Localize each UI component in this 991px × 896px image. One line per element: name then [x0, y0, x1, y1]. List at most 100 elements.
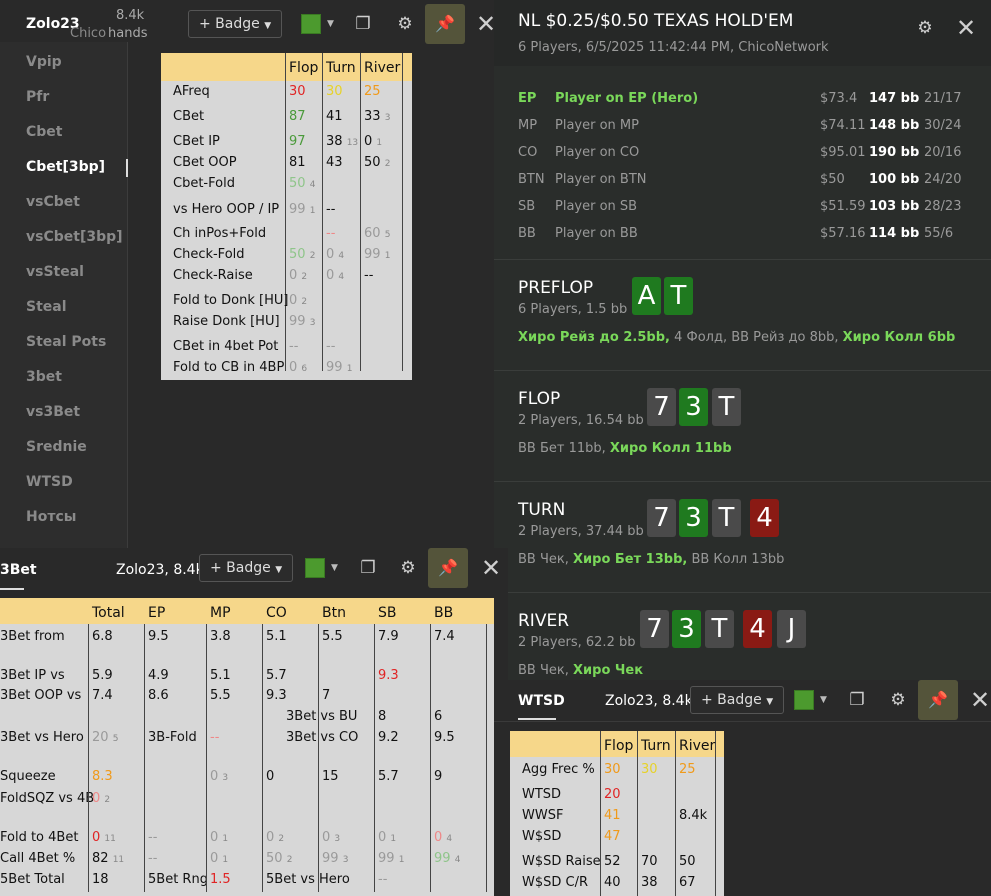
col-header-sb: SB [378, 605, 397, 621]
sidebar-item-cbet[interactable]: Cbet [26, 124, 62, 140]
copy-icon[interactable]: ❐ [846, 690, 868, 710]
stat-cell: 40 [604, 875, 621, 890]
sidebar-item-vssteal[interactable]: vsSteal [26, 264, 84, 280]
sidebar-item-vscbet3bp[interactable]: vsCbet[3bp] [26, 229, 123, 245]
sample-size: 6 [301, 364, 308, 374]
caret-down-icon: ▼ [275, 565, 283, 575]
column-divider [88, 624, 89, 892]
stat-cell: -- [289, 339, 298, 354]
player-row-name: Player on MP [555, 118, 639, 133]
sidebar-item-wtsd[interactable]: WTSD [26, 474, 73, 490]
player-bb: 190 bb [869, 145, 920, 160]
sidebar-item-srednie[interactable]: Srednie [26, 439, 87, 455]
stat-cell: 7.4 [434, 629, 455, 644]
stat-cell: 60 5 [364, 226, 390, 241]
villain-action: BB Колл 13bb [687, 552, 785, 567]
badge-button[interactable]: + Badge ▼ [188, 10, 283, 38]
column-divider [675, 731, 676, 896]
player-stat: 24/20 [924, 172, 962, 187]
player-stack: $51.59 [820, 199, 866, 214]
color-swatch[interactable] [301, 14, 321, 34]
close-icon[interactable]: ✕ [970, 688, 990, 712]
sidebar-item-vscbet[interactable]: vsCbet [26, 194, 80, 210]
pin-icon[interactable]: 📌 [425, 4, 465, 44]
3bet-stats-table: Total EP MP CO Btn SB BB 3Bet from 6.8 9… [0, 598, 494, 896]
sidebar-item-vs3bet[interactable]: vs3Bet [26, 404, 80, 420]
player-bb: 100 bb [869, 172, 920, 187]
row-label: CBet IP [173, 134, 220, 149]
stat-cell: 15 [322, 769, 339, 784]
active-indicator [126, 159, 128, 177]
player-row-name: Player on SB [555, 199, 638, 214]
gear-icon[interactable]: ⚙ [397, 558, 419, 578]
tab-wtsd[interactable]: WTSD [518, 693, 565, 709]
column-divider [262, 624, 263, 892]
tab-3bet[interactable]: 3Bet [0, 562, 37, 578]
stat-cell: -- [326, 202, 335, 217]
row-label: WTSD [522, 787, 562, 802]
pin-icon[interactable]: 📌 [428, 548, 468, 588]
sample-size: 13 [346, 138, 359, 148]
sidebar-item-pfr[interactable]: Pfr [26, 89, 49, 105]
caret-down-icon[interactable]: ▼ [331, 563, 338, 573]
stat-cell: 7 [322, 688, 331, 703]
sidebar-item-3bet[interactable]: 3bet [26, 369, 62, 385]
street-name: TURN [518, 500, 566, 520]
villain-action: BB Чек, [518, 552, 573, 567]
sidebar-item-notes[interactable]: Нотсы [26, 509, 76, 525]
stat-cell: 52 [604, 854, 621, 869]
stat-cell: 9.3 [378, 668, 399, 683]
stat-value: 25 [364, 84, 381, 99]
gear-icon[interactable]: ⚙ [914, 18, 936, 38]
player-stack: $74.11 [820, 118, 866, 133]
sidebar-item-cbet3bp[interactable]: Cbet[3bp] [26, 159, 105, 175]
street-info: 2 Players, 37.44 bb [518, 524, 644, 539]
stat-cell: 43 [326, 155, 343, 170]
color-swatch[interactable] [305, 558, 325, 578]
hero-row-pos: EP [518, 91, 537, 106]
site-name: Chico [70, 26, 107, 41]
card: T [712, 388, 741, 426]
gear-icon[interactable]: ⚙ [394, 14, 416, 34]
close-icon[interactable]: ✕ [956, 16, 976, 40]
divider [494, 370, 991, 371]
stat-value: 41 [326, 109, 343, 124]
player-bb: 103 bb [869, 199, 920, 214]
row-label: 5Bet Rng [148, 872, 208, 887]
stat-cell: 99 1 [378, 851, 405, 866]
copy-icon[interactable]: ❐ [352, 14, 374, 34]
caret-down-icon[interactable]: ▼ [820, 695, 827, 705]
sidebar-item-steal[interactable]: Steal [26, 299, 67, 315]
stat-cell: 99 1 [289, 202, 315, 217]
player-row-pos: BTN [518, 172, 545, 187]
copy-icon[interactable]: ❐ [357, 558, 379, 578]
stat-cell: 47 [604, 829, 621, 844]
badge-button[interactable]: + Badge ▼ [199, 554, 294, 582]
stat-cell: 5.5 [322, 629, 343, 644]
sidebar-item-steal-pots[interactable]: Steal Pots [26, 334, 106, 350]
stat-value: -- [326, 202, 336, 217]
card: 3 [679, 388, 708, 426]
row-label: W$SD [522, 829, 562, 844]
col-header-bb: BB [434, 605, 454, 621]
hud-panel-wtsd: WTSD Zolo23, 8.4k + Badge ▼ ▼ ❐ ⚙ 📌 ✕ Fl… [494, 680, 991, 896]
badge-button[interactable]: + Badge ▼ [690, 686, 785, 714]
gear-icon[interactable]: ⚙ [887, 690, 909, 710]
stat-cell: 6 [434, 709, 443, 724]
caret-down-icon[interactable]: ▼ [327, 19, 334, 29]
hero-action: Хиро Колл 11bb [609, 441, 732, 456]
row-label: AFreq [173, 84, 210, 99]
row-label: 3Bet IP vs [0, 668, 65, 683]
col-header-co: CO [266, 605, 287, 621]
color-swatch[interactable] [794, 690, 814, 710]
close-icon[interactable]: ✕ [481, 556, 501, 580]
stat-cell: 97 [289, 134, 306, 149]
sidebar-item-vpip[interactable]: Vpip [26, 54, 62, 70]
pin-icon[interactable]: 📌 [918, 680, 958, 720]
stat-cell: 9.2 [378, 730, 399, 745]
row-label: Cbet-Fold [173, 176, 235, 191]
stat-cell: 7.9 [378, 629, 399, 644]
stat-cell: 8.6 [148, 688, 169, 703]
stat-cell: 50 2 [289, 247, 315, 262]
row-label: WWSF [522, 808, 564, 823]
